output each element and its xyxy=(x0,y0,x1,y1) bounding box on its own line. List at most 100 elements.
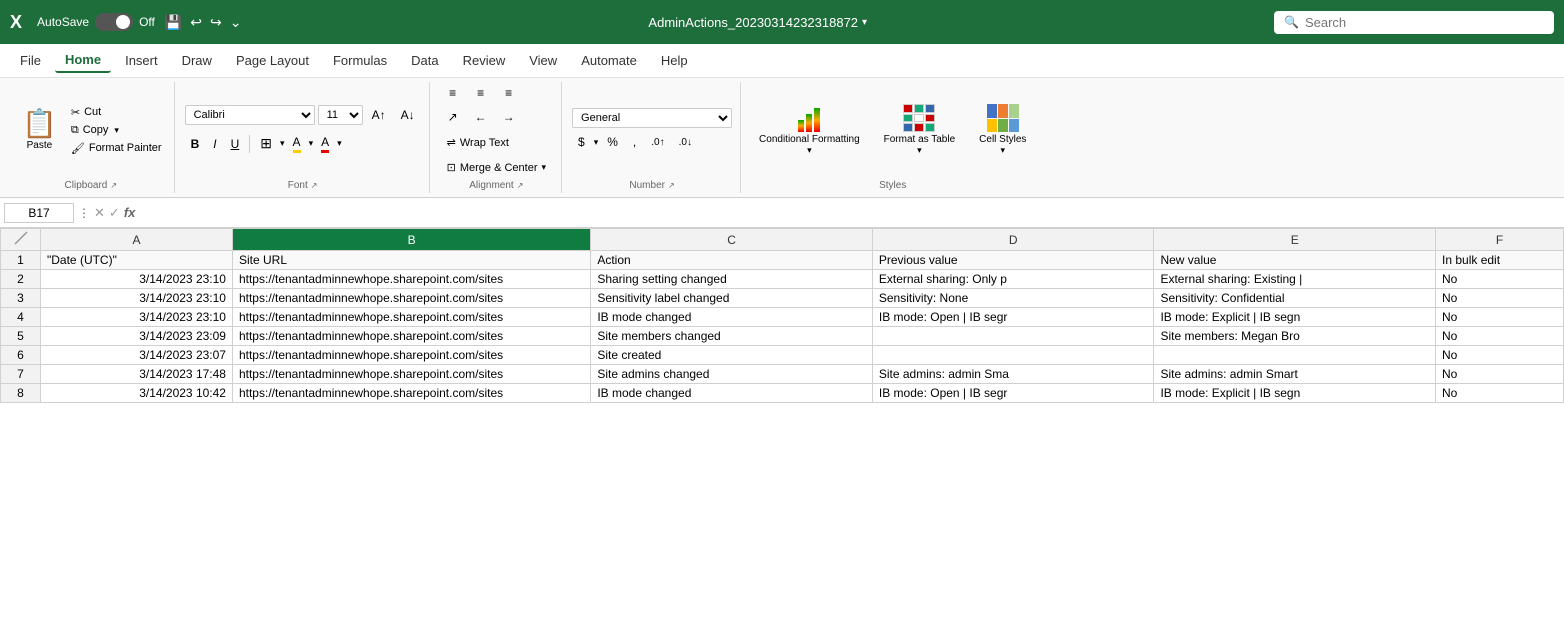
merge-dropdown-icon[interactable]: ▾ xyxy=(542,162,547,173)
underline-button[interactable]: U xyxy=(225,134,246,154)
table-cell[interactable]: https://tenantadminnewhope.sharepoint.co… xyxy=(232,384,590,403)
format-table-dropdown-icon[interactable]: ▾ xyxy=(917,145,922,156)
table-cell[interactable]: Sensitivity: Confidential xyxy=(1154,289,1436,308)
row-header[interactable]: 5 xyxy=(1,327,41,346)
table-cell[interactable]: https://tenantadminnewhope.sharepoint.co… xyxy=(232,365,590,384)
format-as-table-button[interactable]: Format as Table ▾ xyxy=(876,102,964,158)
clipboard-expand-icon[interactable]: ↗ xyxy=(110,181,117,190)
menu-page-layout[interactable]: Page Layout xyxy=(226,49,319,72)
redo-icon[interactable]: ↪ xyxy=(210,14,222,31)
table-cell[interactable]: 3/14/2023 23:10 xyxy=(41,308,233,327)
number-format-select[interactable]: General xyxy=(572,108,732,128)
table-cell[interactable]: Site created xyxy=(591,346,873,365)
comma-button[interactable]: , xyxy=(627,132,642,152)
row-header[interactable]: 8 xyxy=(1,384,41,403)
copy-button[interactable]: ⧉ Copy ▾ xyxy=(67,122,166,139)
merge-center-button[interactable]: ⊡ Merge & Center ▾ xyxy=(440,157,553,178)
table-cell[interactable]: Site admins changed xyxy=(591,365,873,384)
table-cell[interactable]: No xyxy=(1436,346,1564,365)
table-cell[interactable]: Action xyxy=(591,251,873,270)
font-decrease-button[interactable]: A↓ xyxy=(395,105,421,125)
search-input[interactable] xyxy=(1305,15,1544,30)
table-cell[interactable]: https://tenantadminnewhope.sharepoint.co… xyxy=(232,308,590,327)
table-cell[interactable]: No xyxy=(1436,270,1564,289)
format-painter-button[interactable]: 🖌 Format Painter xyxy=(67,140,166,157)
font-size-select[interactable]: 11 xyxy=(318,105,363,125)
bold-button[interactable]: B xyxy=(185,134,206,154)
table-cell[interactable]: No xyxy=(1436,327,1564,346)
cond-dropdown-icon[interactable]: ▾ xyxy=(807,145,812,156)
table-cell[interactable]: In bulk edit xyxy=(1436,251,1564,270)
table-cell[interactable]: Site admins: admin Smart xyxy=(1154,365,1436,384)
undo-icon[interactable]: ↩ xyxy=(190,14,202,31)
row-header[interactable]: 4 xyxy=(1,308,41,327)
align-top-left-button[interactable]: ≡ xyxy=(440,82,466,104)
table-cell[interactable]: 3/14/2023 17:48 xyxy=(41,365,233,384)
table-cell[interactable]: Site URL xyxy=(232,251,590,270)
row-header[interactable]: 2 xyxy=(1,270,41,289)
table-cell[interactable]: https://tenantadminnewhope.sharepoint.co… xyxy=(232,289,590,308)
menu-draw[interactable]: Draw xyxy=(172,49,222,72)
table-cell[interactable]: Site members changed xyxy=(591,327,873,346)
search-bar[interactable]: 🔍 xyxy=(1274,11,1554,34)
table-cell[interactable]: Sensitivity label changed xyxy=(591,289,873,308)
decimal-increase-button[interactable]: .0↑ xyxy=(645,134,670,151)
table-cell[interactable]: "Date (UTC)" xyxy=(41,251,233,270)
col-header-e[interactable]: E xyxy=(1154,229,1436,251)
cell-styles-button[interactable]: Cell Styles ▾ xyxy=(971,102,1034,158)
currency-button[interactable]: $ xyxy=(572,132,591,152)
autosave-toggle[interactable] xyxy=(95,13,133,31)
italic-button[interactable]: I xyxy=(207,134,222,154)
table-cell[interactable]: Sharing setting changed xyxy=(591,270,873,289)
table-cell[interactable]: No xyxy=(1436,365,1564,384)
indent-increase-button[interactable]: → xyxy=(496,106,522,128)
table-cell[interactable]: 3/14/2023 23:10 xyxy=(41,270,233,289)
col-header-c[interactable]: C xyxy=(591,229,873,251)
row-header[interactable]: 1 xyxy=(1,251,41,270)
cancel-formula-icon[interactable]: ✕ xyxy=(94,205,105,221)
table-cell[interactable]: IB mode: Explicit | IB segn xyxy=(1154,384,1436,403)
formula-input[interactable] xyxy=(139,204,1560,222)
menu-data[interactable]: Data xyxy=(401,49,448,72)
align-top-center-button[interactable]: ≡ xyxy=(468,82,494,104)
fill-color-button[interactable]: A xyxy=(287,132,307,156)
table-cell[interactable]: External sharing: Existing | xyxy=(1154,270,1436,289)
copy-dropdown-icon[interactable]: ▾ xyxy=(114,125,119,136)
row-header[interactable]: 6 xyxy=(1,346,41,365)
col-header-b[interactable]: B xyxy=(232,229,590,251)
col-header-f[interactable]: F xyxy=(1436,229,1564,251)
number-expand-icon[interactable]: ↗ xyxy=(668,181,675,190)
orient-button[interactable]: ↗ xyxy=(440,106,466,128)
table-cell[interactable]: IB mode: Explicit | IB segn xyxy=(1154,308,1436,327)
table-cell[interactable]: No xyxy=(1436,308,1564,327)
table-cell[interactable] xyxy=(872,346,1154,365)
insert-function-icon[interactable]: fx xyxy=(124,205,136,220)
menu-home[interactable]: Home xyxy=(55,48,111,73)
alignment-expand-icon[interactable]: ↗ xyxy=(517,181,524,190)
indent-decrease-button[interactable]: ← xyxy=(468,106,494,128)
table-cell[interactable]: https://tenantadminnewhope.sharepoint.co… xyxy=(232,327,590,346)
table-cell[interactable] xyxy=(872,327,1154,346)
table-cell[interactable]: 3/14/2023 23:10 xyxy=(41,289,233,308)
table-cell[interactable]: https://tenantadminnewhope.sharepoint.co… xyxy=(232,346,590,365)
table-cell[interactable] xyxy=(1154,346,1436,365)
cell-styles-dropdown[interactable]: ▾ xyxy=(1001,145,1006,156)
fill-dropdown[interactable]: ▾ xyxy=(309,138,314,149)
table-cell[interactable]: 3/14/2023 23:09 xyxy=(41,327,233,346)
conditional-formatting-button[interactable]: Conditional Formatting ▾ xyxy=(751,102,868,158)
table-cell[interactable]: New value xyxy=(1154,251,1436,270)
align-top-right-button[interactable]: ≡ xyxy=(496,82,522,104)
table-cell[interactable]: 3/14/2023 23:07 xyxy=(41,346,233,365)
save-icon[interactable]: 💾 xyxy=(165,14,182,31)
table-cell[interactable]: IB mode: Open | IB segr xyxy=(872,308,1154,327)
cut-button[interactable]: ✂ Cut xyxy=(67,104,166,121)
col-header-d[interactable]: D xyxy=(872,229,1154,251)
confirm-formula-icon[interactable]: ✓ xyxy=(109,205,120,221)
table-cell[interactable]: No xyxy=(1436,384,1564,403)
row-header[interactable]: 7 xyxy=(1,365,41,384)
table-cell[interactable]: Sensitivity: None xyxy=(872,289,1154,308)
table-cell[interactable]: IB mode: Open | IB segr xyxy=(872,384,1154,403)
table-cell[interactable]: IB mode changed xyxy=(591,384,873,403)
font-increase-button[interactable]: A↑ xyxy=(366,105,392,125)
row-header[interactable]: 3 xyxy=(1,289,41,308)
